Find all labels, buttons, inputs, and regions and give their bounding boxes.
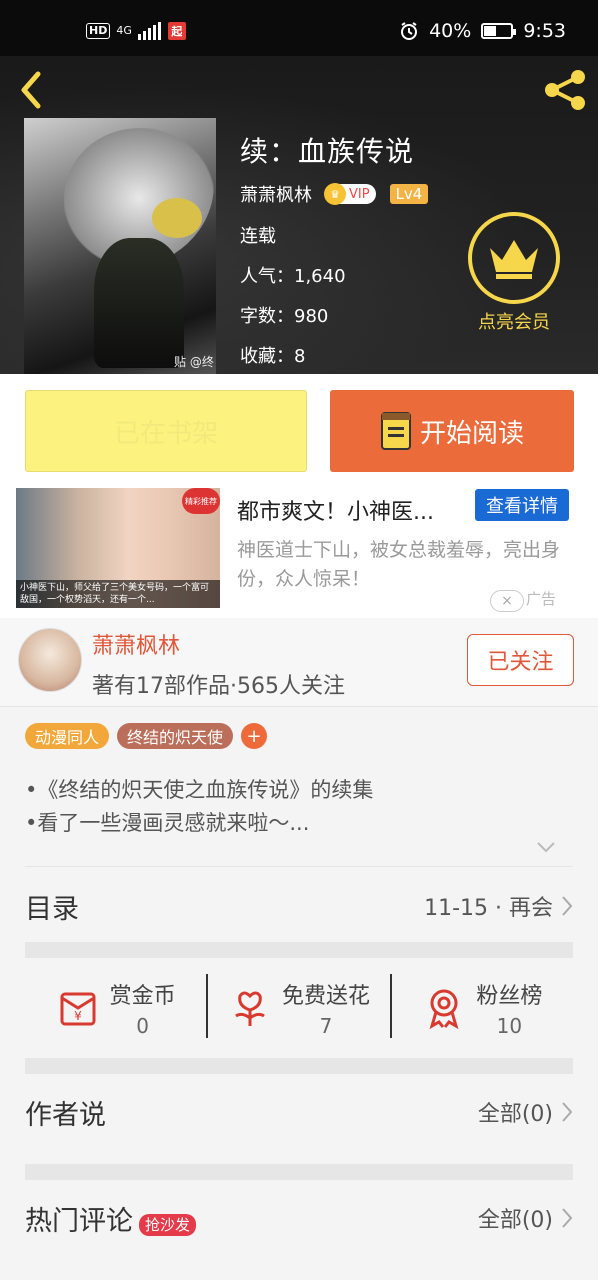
- intro-line: •《终结的炽天使之血族传说》的续集: [25, 778, 374, 802]
- ad-label: 广告: [526, 590, 557, 608]
- red-envelope-icon: ¥: [60, 992, 96, 1026]
- followed-button[interactable]: 已关注: [467, 634, 574, 686]
- cover-watermark: 贴 @终: [174, 355, 214, 369]
- catalog-row[interactable]: 目录 11-15 · 再会: [25, 876, 573, 936]
- crown-icon: ♛: [324, 183, 346, 205]
- start-reading-button[interactable]: 开始阅读: [330, 390, 574, 472]
- medal-icon: [429, 989, 459, 1030]
- ad-image-tag: 精彩推荐: [182, 488, 220, 514]
- svg-text:¥: ¥: [74, 1009, 82, 1023]
- popularity-label: 人气：: [240, 266, 294, 287]
- author-says-all: 全部(0): [478, 1096, 573, 1128]
- reward-coins-value: 0: [136, 1014, 150, 1038]
- ad-close-icon[interactable]: ×: [490, 590, 524, 612]
- start-reading-label: 开始阅读: [419, 418, 524, 449]
- avatar[interactable]: [18, 628, 82, 692]
- book-icon: [380, 412, 411, 450]
- section-separator: [25, 1164, 573, 1180]
- book-cover[interactable]: 贴 @终: [24, 118, 216, 374]
- hd-indicator: HD: [86, 23, 111, 39]
- level-badge: Lv4: [389, 184, 429, 204]
- author-says-value: 全部(0): [477, 1102, 553, 1127]
- catalog-latest: 11-15 · 再会: [424, 890, 573, 922]
- hot-comments-label: 热门评论: [25, 1205, 133, 1237]
- member-button[interactable]: 点亮会员: [468, 212, 560, 334]
- favorites-value: 8: [294, 346, 306, 367]
- battery-percent: 40%: [429, 20, 472, 42]
- favorites-label: 收藏：: [240, 346, 294, 367]
- tag-item[interactable]: 终结的炽天使: [117, 723, 234, 749]
- intro-line: •看了一些漫画灵感就来啦～...: [25, 811, 310, 835]
- section-separator: [25, 942, 573, 958]
- divider: [0, 706, 598, 707]
- fan-ranking-button[interactable]: 粉丝榜 10: [392, 974, 573, 1044]
- reward-coins-label: 赏金币: [109, 984, 176, 1009]
- author-name[interactable]: 萧萧枫林: [92, 628, 180, 660]
- clock: 9:53: [523, 20, 566, 42]
- divider: [25, 866, 573, 867]
- fan-ranking-label: 粉丝榜: [476, 984, 543, 1009]
- hot-comments-title: 热门评论 抢沙发: [25, 1199, 197, 1238]
- free-flower-button[interactable]: 免费送花 7: [208, 974, 389, 1044]
- ad-image[interactable]: 精彩推荐 小神医下山，师父给了三个美女号码，一个富可敌国，一个权势滔天，还有一个…: [16, 488, 220, 608]
- app-notification-icon: 起: [167, 22, 186, 40]
- fan-ranking-value: 10: [496, 1014, 523, 1038]
- book-intro[interactable]: •《终结的炽天使之血族传说》的续集 •看了一些漫画灵感就来啦～...: [25, 774, 373, 840]
- catalog-latest-text: 11-15 · 再会: [424, 896, 553, 921]
- ad-image-caption: 小神医下山，师父给了三个美女号码，一个富可敌国，一个权势滔天，还有一个...: [16, 580, 220, 608]
- author-row: 萧萧枫林 ♛ VIP Lv4: [240, 181, 429, 207]
- free-flower-label: 免费送花: [281, 984, 370, 1009]
- stats-bar: ¥ 赏金币 0 免费送花 7 粉丝榜 10: [25, 974, 573, 1044]
- author-says-label: 作者说: [25, 1099, 106, 1131]
- on-shelf-button[interactable]: 已在书架: [25, 390, 307, 472]
- back-arrow-icon[interactable]: [16, 70, 48, 110]
- catalog-label: 目录: [25, 893, 79, 925]
- tag-item[interactable]: 动漫同人: [25, 723, 110, 749]
- share-icon[interactable]: [542, 68, 588, 112]
- book-status: 连载: [240, 226, 276, 247]
- alarm-icon: [401, 22, 418, 40]
- action-bar: 已在书架 开始阅读: [0, 374, 598, 488]
- add-tag-button[interactable]: +: [241, 723, 268, 749]
- ad-banner[interactable]: 精彩推荐 小神医下山，师父给了三个美女号码，一个富可敌国，一个权势滔天，还有一个…: [0, 488, 598, 618]
- word-count-value: 980: [294, 306, 329, 327]
- reward-coins-button[interactable]: ¥ 赏金币 0: [25, 974, 206, 1044]
- vip-badge: ♛ VIP: [324, 183, 376, 205]
- hot-comments-row[interactable]: 热门评论 抢沙发 全部(0): [25, 1188, 573, 1248]
- member-label: 点亮会员: [478, 312, 550, 333]
- favorites-row: 收藏：8: [240, 342, 305, 368]
- chevron-right-icon: [562, 1102, 573, 1122]
- hot-comments-all: 全部(0): [478, 1202, 573, 1234]
- book-author[interactable]: 萧萧枫林: [240, 181, 312, 207]
- ad-details-button[interactable]: 查看详情: [475, 489, 569, 521]
- author-info: 著有17部作品·565人关注: [92, 674, 345, 699]
- popularity-value: 1,640: [294, 266, 346, 287]
- section-separator: [25, 1058, 573, 1074]
- signal-icon: [137, 22, 161, 40]
- word-count-label: 字数：: [240, 306, 294, 327]
- network-indicator: 4G: [116, 24, 132, 37]
- chevron-right-icon: [562, 896, 573, 916]
- author-says-row[interactable]: 作者说 全部(0): [25, 1082, 573, 1142]
- book-header: 贴 @终 续：血族传说 萧萧枫林 ♛ VIP Lv4 连载 人气：1,640 字…: [0, 56, 598, 374]
- ad-description: 神医道士下山，被女总裁羞辱，亮出身份，众人惊呆！: [237, 539, 561, 590]
- book-title: 续：血族传说: [240, 135, 415, 168]
- free-flower-value: 7: [319, 1014, 333, 1038]
- chevron-down-icon[interactable]: [536, 840, 556, 854]
- popularity-row: 人气：1,640: [240, 262, 346, 288]
- flower-icon: [235, 991, 265, 1026]
- author-card[interactable]: 萧萧枫林 著有17部作品·565人关注 已关注: [0, 618, 598, 706]
- tag-list: 动漫同人 终结的炽天使 +: [25, 723, 268, 749]
- crown-icon: [468, 212, 560, 304]
- grab-sofa-badge[interactable]: 抢沙发: [139, 1213, 197, 1236]
- vip-label: VIP: [349, 186, 370, 202]
- battery-icon: [481, 23, 517, 39]
- chevron-right-icon: [562, 1208, 573, 1228]
- status-bar: HD 4G 起 40% 9:53: [0, 0, 598, 56]
- ad-title[interactable]: 都市爽文！小神医...: [237, 494, 434, 526]
- hot-comments-value: 全部(0): [477, 1208, 553, 1233]
- word-count-row: 字数：980: [240, 302, 328, 328]
